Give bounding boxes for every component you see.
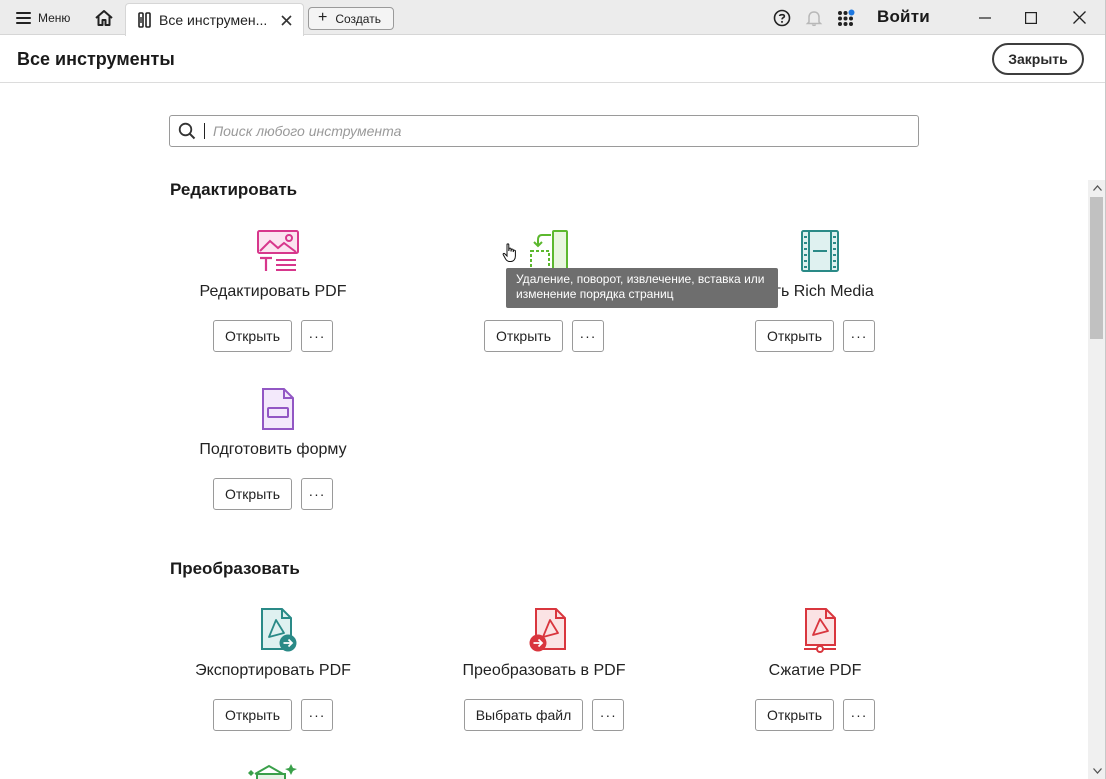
tool-name: Редактировать PDF bbox=[199, 283, 347, 300]
tool-card-prepare-form: Подготовить форму Открыть ··· bbox=[143, 384, 403, 534]
export-pdf-icon bbox=[253, 605, 303, 655]
tab-close-icon[interactable] bbox=[279, 13, 293, 27]
more-options-button[interactable]: ··· bbox=[842, 699, 875, 731]
open-button[interactable]: Открыть bbox=[213, 478, 292, 510]
apps-grid-icon[interactable] bbox=[836, 8, 856, 28]
tool-name: Сжатие PDF bbox=[768, 662, 862, 679]
close-button[interactable]: Закрыть bbox=[992, 43, 1084, 75]
maximize-icon[interactable] bbox=[1008, 0, 1054, 35]
create-pdf-icon bbox=[524, 605, 574, 655]
tab-all-tools[interactable]: Все инструмен... bbox=[125, 3, 304, 36]
tools-content: Редактировать Редактировать PDF Открыть … bbox=[0, 84, 1088, 779]
page-header: Все инструменты Закрыть bbox=[0, 36, 1106, 83]
tool-name: Преобразовать в PDF bbox=[462, 662, 626, 679]
vertical-scrollbar[interactable] bbox=[1088, 180, 1106, 779]
tool-name: Экспортировать PDF bbox=[195, 662, 351, 679]
compress-pdf-icon bbox=[795, 605, 845, 655]
search-input[interactable] bbox=[213, 123, 918, 139]
scroll-down-icon[interactable] bbox=[1088, 763, 1106, 779]
tool-card-create-pdf: Преобразовать в PDF Выбрать файл ··· bbox=[414, 605, 674, 755]
help-icon[interactable] bbox=[772, 8, 792, 28]
more-options-button[interactable]: ··· bbox=[300, 320, 333, 352]
tool-card-compress-pdf: Сжатие PDF Открыть ··· bbox=[685, 605, 945, 755]
section-title-edit: Редактировать bbox=[170, 180, 298, 199]
tooltip: Удаление, поворот, извлечение, вставка и… bbox=[506, 268, 778, 308]
tool-card-export-pdf: Экспортировать PDF Открыть ··· bbox=[143, 605, 403, 755]
hamburger-icon bbox=[16, 12, 31, 24]
more-options-button[interactable]: ··· bbox=[842, 320, 875, 352]
create-label: Создать bbox=[335, 11, 381, 26]
scroll-up-icon[interactable] bbox=[1088, 180, 1106, 196]
tool-name: Подготовить форму bbox=[199, 441, 347, 458]
page-title: Все инструменты bbox=[17, 49, 175, 69]
open-button[interactable]: Открыть bbox=[755, 320, 834, 352]
next-tool-icon-partial bbox=[245, 762, 301, 779]
choose-file-button[interactable]: Выбрать файл bbox=[463, 699, 584, 731]
edit-pdf-icon bbox=[253, 226, 303, 276]
more-options-button[interactable]: ··· bbox=[571, 320, 604, 352]
open-button[interactable]: Открыть bbox=[755, 699, 834, 731]
section-title-convert: Преобразовать bbox=[170, 559, 300, 578]
minimize-icon[interactable] bbox=[962, 0, 1008, 35]
search-icon bbox=[178, 122, 196, 140]
scroll-thumb[interactable] bbox=[1090, 197, 1103, 339]
home-button[interactable] bbox=[90, 6, 118, 30]
tab-label: Все инструмен... bbox=[159, 12, 268, 28]
prepare-form-icon bbox=[253, 384, 303, 434]
menu-label: Меню bbox=[38, 11, 71, 25]
search-box[interactable] bbox=[169, 115, 919, 147]
text-caret bbox=[204, 123, 205, 139]
rich-media-icon bbox=[795, 226, 845, 276]
create-button[interactable]: + Создать bbox=[308, 7, 394, 30]
open-button[interactable]: Открыть bbox=[213, 699, 292, 731]
hand-cursor-icon bbox=[502, 243, 516, 262]
tools-tab-icon bbox=[138, 12, 151, 28]
more-options-button[interactable]: ··· bbox=[300, 478, 333, 510]
open-button[interactable]: Открыть bbox=[213, 320, 292, 352]
open-button[interactable]: Открыть bbox=[484, 320, 563, 352]
bell-icon[interactable] bbox=[804, 8, 824, 28]
title-bar: Меню Все инструмен... + Создать Войти bbox=[0, 0, 1106, 36]
tool-card-edit-pdf: Редактировать PDF Открыть ··· bbox=[143, 226, 403, 376]
home-icon bbox=[95, 10, 113, 26]
more-options-button[interactable]: ··· bbox=[592, 699, 625, 731]
menu-button[interactable]: Меню bbox=[10, 6, 76, 30]
login-button[interactable]: Войти bbox=[877, 7, 930, 27]
more-options-button[interactable]: ··· bbox=[300, 699, 333, 731]
window-close-icon[interactable] bbox=[1056, 0, 1102, 35]
plus-icon: + bbox=[318, 9, 328, 26]
